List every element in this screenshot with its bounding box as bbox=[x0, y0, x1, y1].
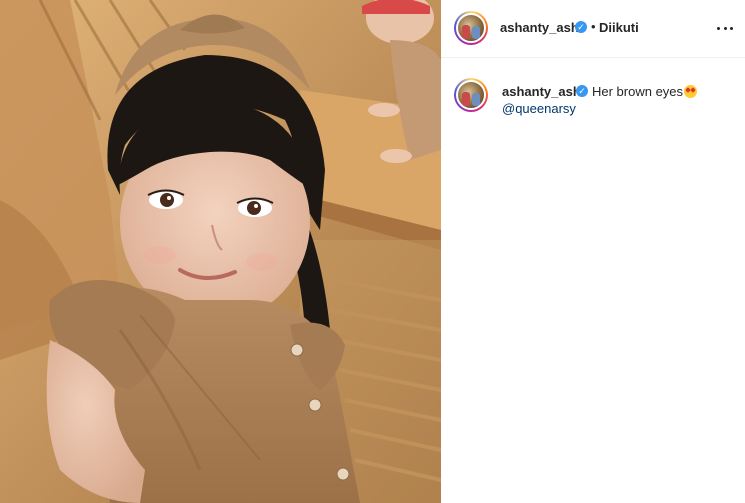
star-struck-emoji-icon bbox=[684, 85, 698, 98]
verified-badge-icon: ✓ bbox=[575, 21, 587, 33]
post-header: ashanty_ash ✓ • Diikuti bbox=[441, 0, 745, 58]
caption-text-line: Her brown eyes bbox=[592, 84, 698, 99]
more-options-icon[interactable] bbox=[717, 20, 733, 36]
author-username[interactable]: ashanty_ash bbox=[500, 20, 579, 35]
caption-author-avatar[interactable] bbox=[454, 78, 488, 112]
follow-status-button[interactable]: Diikuti bbox=[599, 20, 639, 35]
post-photo-illustration bbox=[0, 0, 441, 503]
caption-verified-badge-icon: ✓ bbox=[576, 85, 588, 97]
post-image[interactable] bbox=[0, 0, 441, 503]
post-sidebar: ashanty_ash ✓ • Diikuti ashanty_ash ✓ He… bbox=[441, 0, 745, 503]
caption-author-avatar-image bbox=[456, 80, 486, 110]
caption-username[interactable]: ashanty_ash bbox=[502, 84, 581, 99]
caption-text: Her brown eyes bbox=[592, 84, 684, 99]
author-avatar-image bbox=[456, 13, 486, 43]
author-avatar[interactable] bbox=[454, 11, 488, 45]
follow-separator: • bbox=[591, 19, 596, 34]
caption-mention-link[interactable]: @queenarsy bbox=[502, 101, 576, 116]
